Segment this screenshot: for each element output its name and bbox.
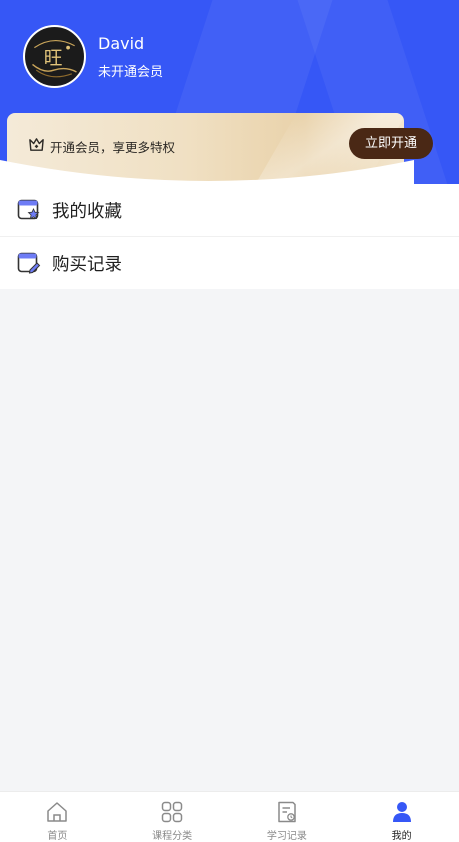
tab-label: 首页 <box>47 831 68 842</box>
profile-icon <box>392 802 411 822</box>
tab-profile[interactable]: 我的 <box>344 792 459 842</box>
tab-label: 课程分类 <box>152 831 193 842</box>
menu-item-purchase-records[interactable]: 购买记录 <box>0 237 459 289</box>
username: David <box>98 34 145 53</box>
vip-banner-text: 开通会员，享更多特权 <box>50 140 176 155</box>
menu-item-label: 购买记录 <box>52 254 122 275</box>
bottom-tab-bar: 首页 课程分类 学习记录 我的 <box>0 791 459 842</box>
home-icon <box>47 802 68 822</box>
tab-study-record[interactable]: 学习记录 <box>230 792 345 842</box>
menu-item-label: 我的收藏 <box>52 201 122 222</box>
open-vip-button[interactable]: 立即开通 <box>349 128 433 159</box>
profile-page: 旺 David 未开通会员 开通会员，享更多特权 立即开通 我的收藏 购买记录 … <box>0 0 459 842</box>
crown-icon <box>29 138 44 151</box>
svg-text:旺: 旺 <box>44 48 63 69</box>
category-icon <box>161 801 183 823</box>
member-status: 未开通会员 <box>98 65 164 80</box>
purchase-record-icon <box>17 252 41 274</box>
study-record-icon <box>278 801 296 823</box>
avatar[interactable]: 旺 <box>23 25 86 88</box>
tab-category[interactable]: 课程分类 <box>115 792 230 842</box>
favorite-icon <box>17 199 40 220</box>
tab-home[interactable]: 首页 <box>0 792 115 842</box>
menu-list: 我的收藏 购买记录 <box>0 184 459 289</box>
tab-label: 我的 <box>391 831 412 842</box>
tab-label: 学习记录 <box>266 831 307 842</box>
avatar-logo: 旺 <box>25 27 84 86</box>
menu-item-favorites[interactable]: 我的收藏 <box>0 184 459 237</box>
